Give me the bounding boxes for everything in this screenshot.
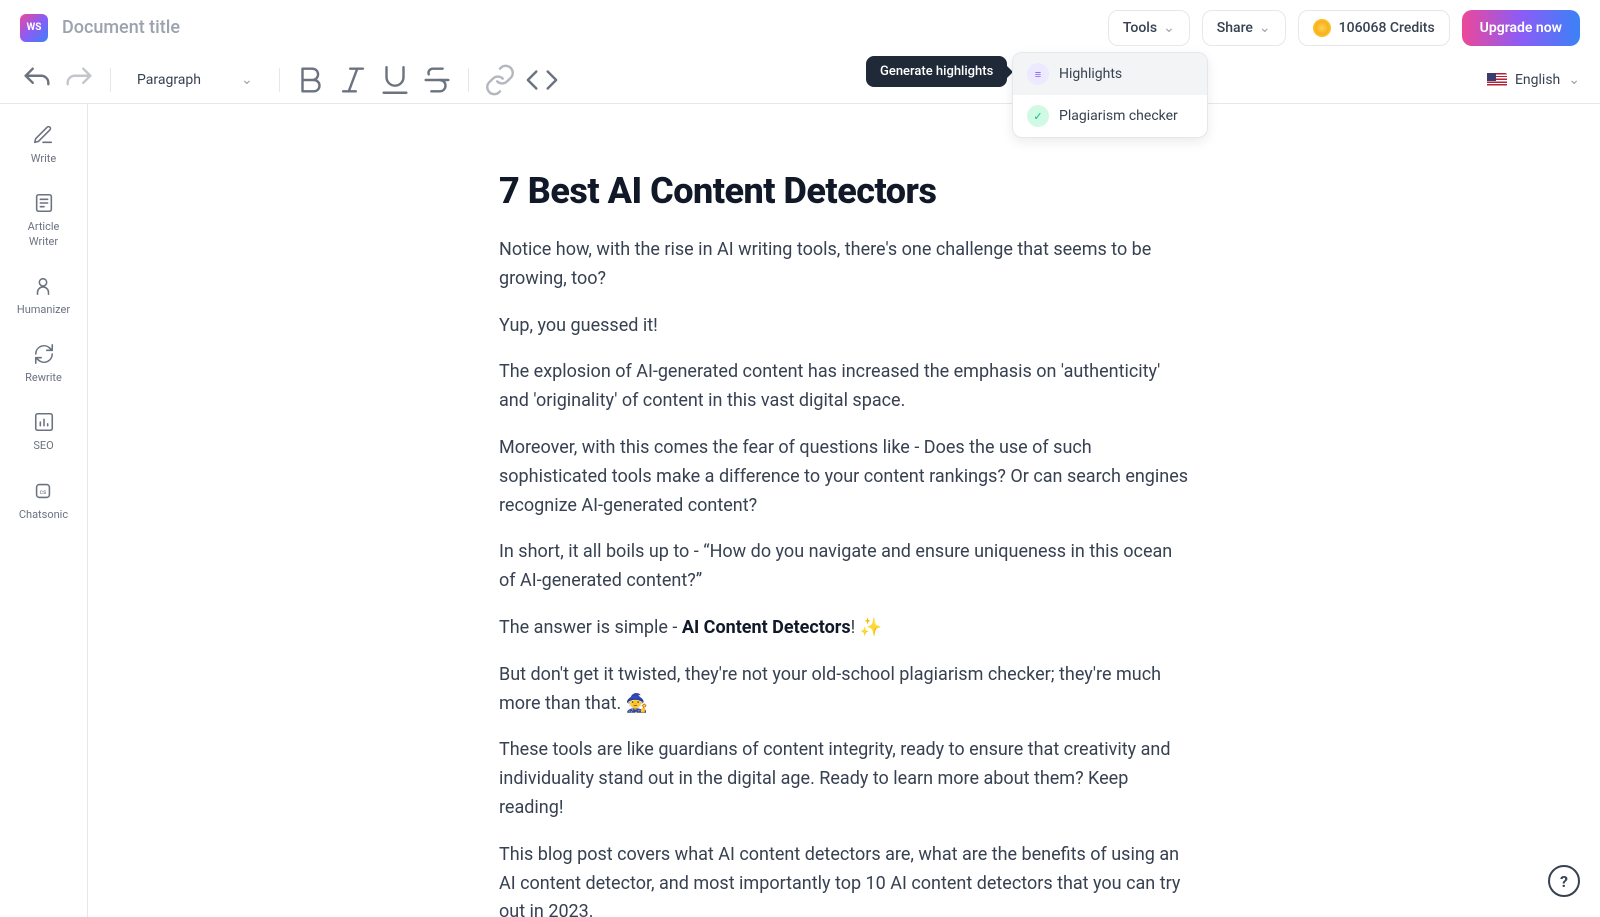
sidebar-item-label: Chatsonic (19, 508, 68, 522)
credits-label: 106068 Credits (1339, 20, 1435, 36)
share-label: Share (1217, 20, 1253, 36)
sidebar-item-label: SEO (33, 439, 53, 453)
paragraph: This blog post covers what AI content de… (499, 841, 1189, 917)
chatsonic-icon: cs (32, 480, 54, 502)
underline-button[interactable] (378, 63, 412, 97)
dropdown-item-label: Highlights (1059, 66, 1122, 82)
block-type-label: Paragraph (137, 72, 201, 88)
redo-button[interactable] (62, 63, 96, 97)
tools-dropdown: ≡ Highlights ✓ Plagiarism checker (1012, 52, 1208, 138)
chevron-down-icon: ⌄ (241, 72, 253, 88)
strikethrough-button[interactable] (420, 63, 454, 97)
sidebar-item-label: Rewrite (25, 371, 62, 385)
sidebar-item-rewrite[interactable]: Rewrite (25, 343, 62, 385)
dropdown-item-plagiarism[interactable]: ✓ Plagiarism checker (1013, 95, 1207, 137)
rewrite-icon (33, 343, 55, 365)
paragraph: In short, it all boils up to - “How do y… (499, 538, 1189, 596)
document-title-input[interactable]: Document title (62, 17, 1108, 38)
document-content[interactable]: 7 Best AI Content Detectors Notice how, … (499, 170, 1189, 917)
sidebar-item-seo[interactable]: SEO (33, 411, 55, 453)
paragraph: The explosion of AI-generated content ha… (499, 358, 1189, 416)
logo[interactable]: WS (20, 14, 48, 42)
tools-label: Tools (1123, 20, 1157, 36)
bold-button[interactable] (294, 63, 328, 97)
article-icon (33, 192, 55, 214)
sidebar-item-label: Article Writer (28, 220, 60, 249)
sidebar-item-humanizer[interactable]: Humanizer (17, 275, 70, 317)
paragraph: Yup, you guessed it! (499, 312, 1189, 341)
sidebar-item-article-writer[interactable]: Article Writer (28, 192, 60, 249)
flag-icon (1487, 73, 1507, 87)
write-icon (32, 124, 54, 146)
paragraph: Moreover, with this comes the fear of qu… (499, 434, 1189, 520)
link-button[interactable] (483, 63, 517, 97)
undo-button[interactable] (20, 63, 54, 97)
svg-text:cs: cs (40, 488, 47, 496)
code-button[interactable] (525, 63, 559, 97)
share-button[interactable]: Share ⌄ (1202, 10, 1286, 46)
language-select[interactable]: English ⌄ (1487, 72, 1580, 88)
divider (468, 68, 469, 92)
credits-button[interactable]: 106068 Credits (1298, 10, 1450, 46)
sidebar-item-write[interactable]: Write (31, 124, 56, 166)
coin-icon (1313, 19, 1331, 37)
paragraph: The answer is simple - AI Content Detect… (499, 614, 1189, 643)
upgrade-button[interactable]: Upgrade now (1462, 10, 1580, 46)
chevron-down-icon: ⌄ (1163, 20, 1175, 36)
document-heading: 7 Best AI Content Detectors (499, 170, 1189, 212)
help-button[interactable]: ? (1548, 865, 1580, 897)
sidebar-item-label: Humanizer (17, 303, 70, 317)
dropdown-item-highlights[interactable]: ≡ Highlights (1013, 53, 1207, 95)
paragraph: Notice how, with the rise in AI writing … (499, 236, 1189, 294)
generate-highlights-tooltip: Generate highlights (866, 56, 1007, 87)
chevron-down-icon: ⌄ (1259, 20, 1271, 36)
italic-button[interactable] (336, 63, 370, 97)
paragraph: These tools are like guardians of conten… (499, 736, 1189, 822)
seo-icon (33, 411, 55, 433)
sidebar-item-chatsonic[interactable]: cs Chatsonic (19, 480, 68, 522)
divider (110, 68, 111, 92)
block-type-select[interactable]: Paragraph ⌄ (125, 63, 265, 97)
divider (279, 68, 280, 92)
humanizer-icon (32, 275, 54, 297)
dropdown-item-label: Plagiarism checker (1059, 108, 1178, 124)
highlights-icon: ≡ (1027, 63, 1049, 85)
sidebar-item-label: Write (31, 152, 56, 166)
tools-button[interactable]: Tools ⌄ (1108, 10, 1190, 46)
chevron-down-icon: ⌄ (1568, 72, 1580, 88)
paragraph: But don't get it twisted, they're not yo… (499, 661, 1189, 719)
language-label: English (1515, 72, 1560, 88)
check-icon: ✓ (1027, 105, 1049, 127)
